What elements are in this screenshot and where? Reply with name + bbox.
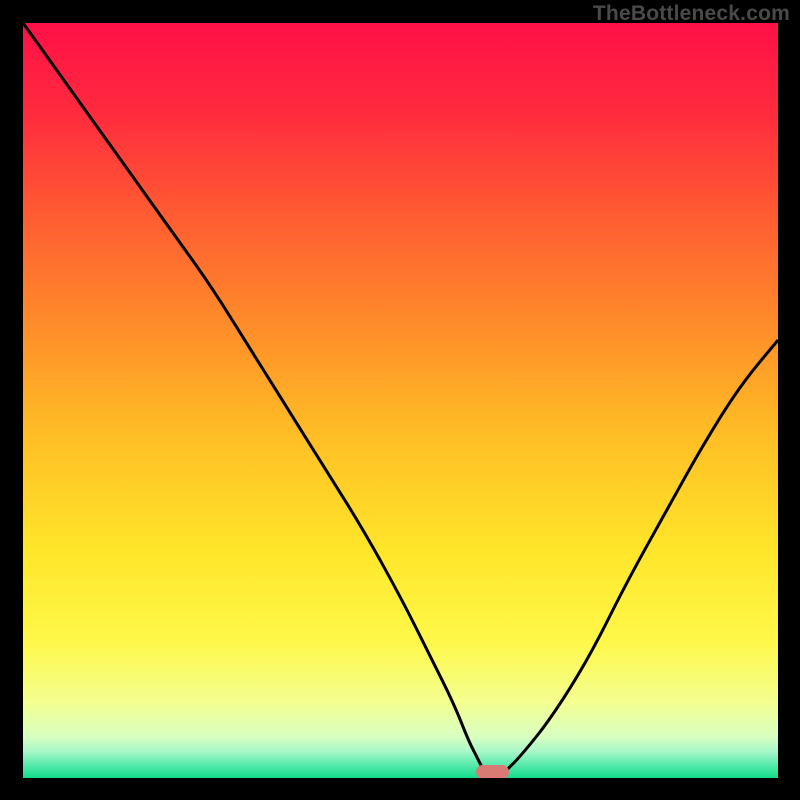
chart-frame: TheBottleneck.com: [0, 0, 800, 800]
watermark-label: TheBottleneck.com: [593, 2, 790, 26]
optimal-marker: [476, 765, 509, 778]
bottleneck-curve: [23, 23, 778, 778]
plot-area: [23, 23, 778, 778]
